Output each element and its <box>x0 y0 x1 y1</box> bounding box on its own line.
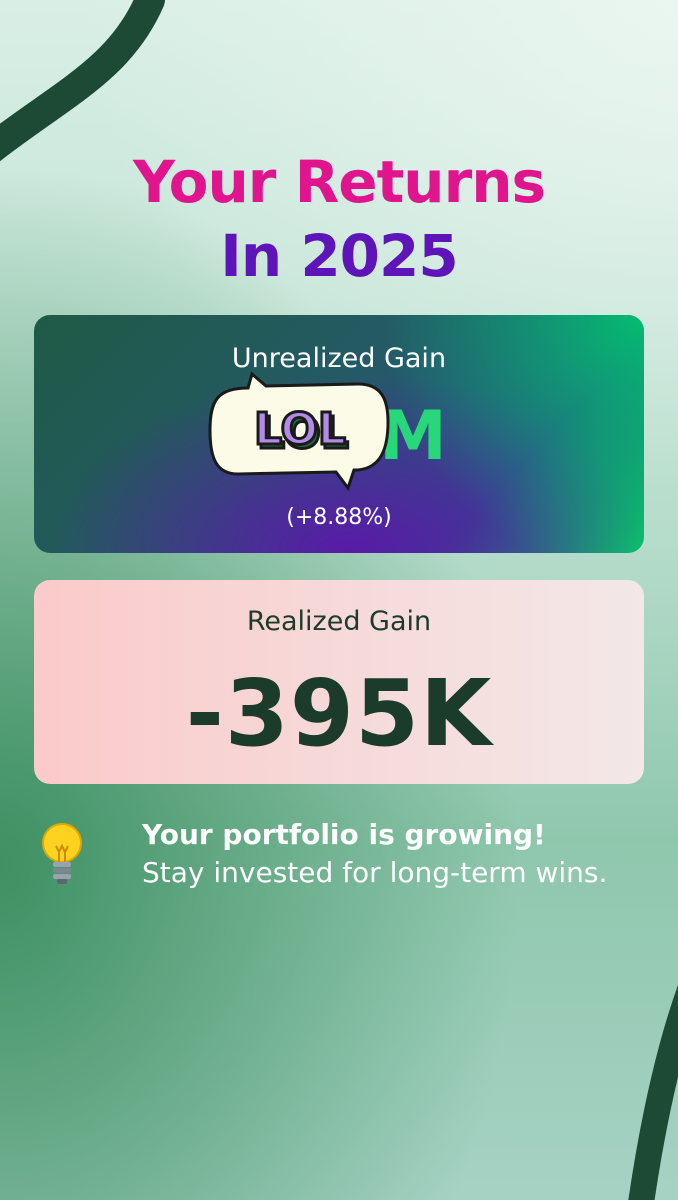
realized-gain-value: -395K <box>185 660 493 767</box>
realized-gain-label: Realized Gain <box>246 606 432 637</box>
page-title-line-1: Your Returns <box>132 148 546 216</box>
tip-section: Your portfolio is growing! Stay invested… <box>40 818 660 898</box>
lol-sticker: LOL LOL <box>208 370 390 492</box>
top-left-stripe <box>0 0 165 162</box>
tip-headline: Your portfolio is growing! <box>142 818 546 851</box>
page-title-line-2: In 2025 <box>220 222 459 290</box>
light-bulb-icon <box>42 823 82 884</box>
bottom-right-stripe <box>628 985 678 1200</box>
sticker-text: LOL <box>254 404 346 455</box>
unrealized-gain-percent: (+8.88%) <box>286 505 392 530</box>
realized-gain-card: Realized Gain -395K <box>34 580 644 784</box>
tip-body: Stay invested for long-term wins. <box>142 856 608 889</box>
